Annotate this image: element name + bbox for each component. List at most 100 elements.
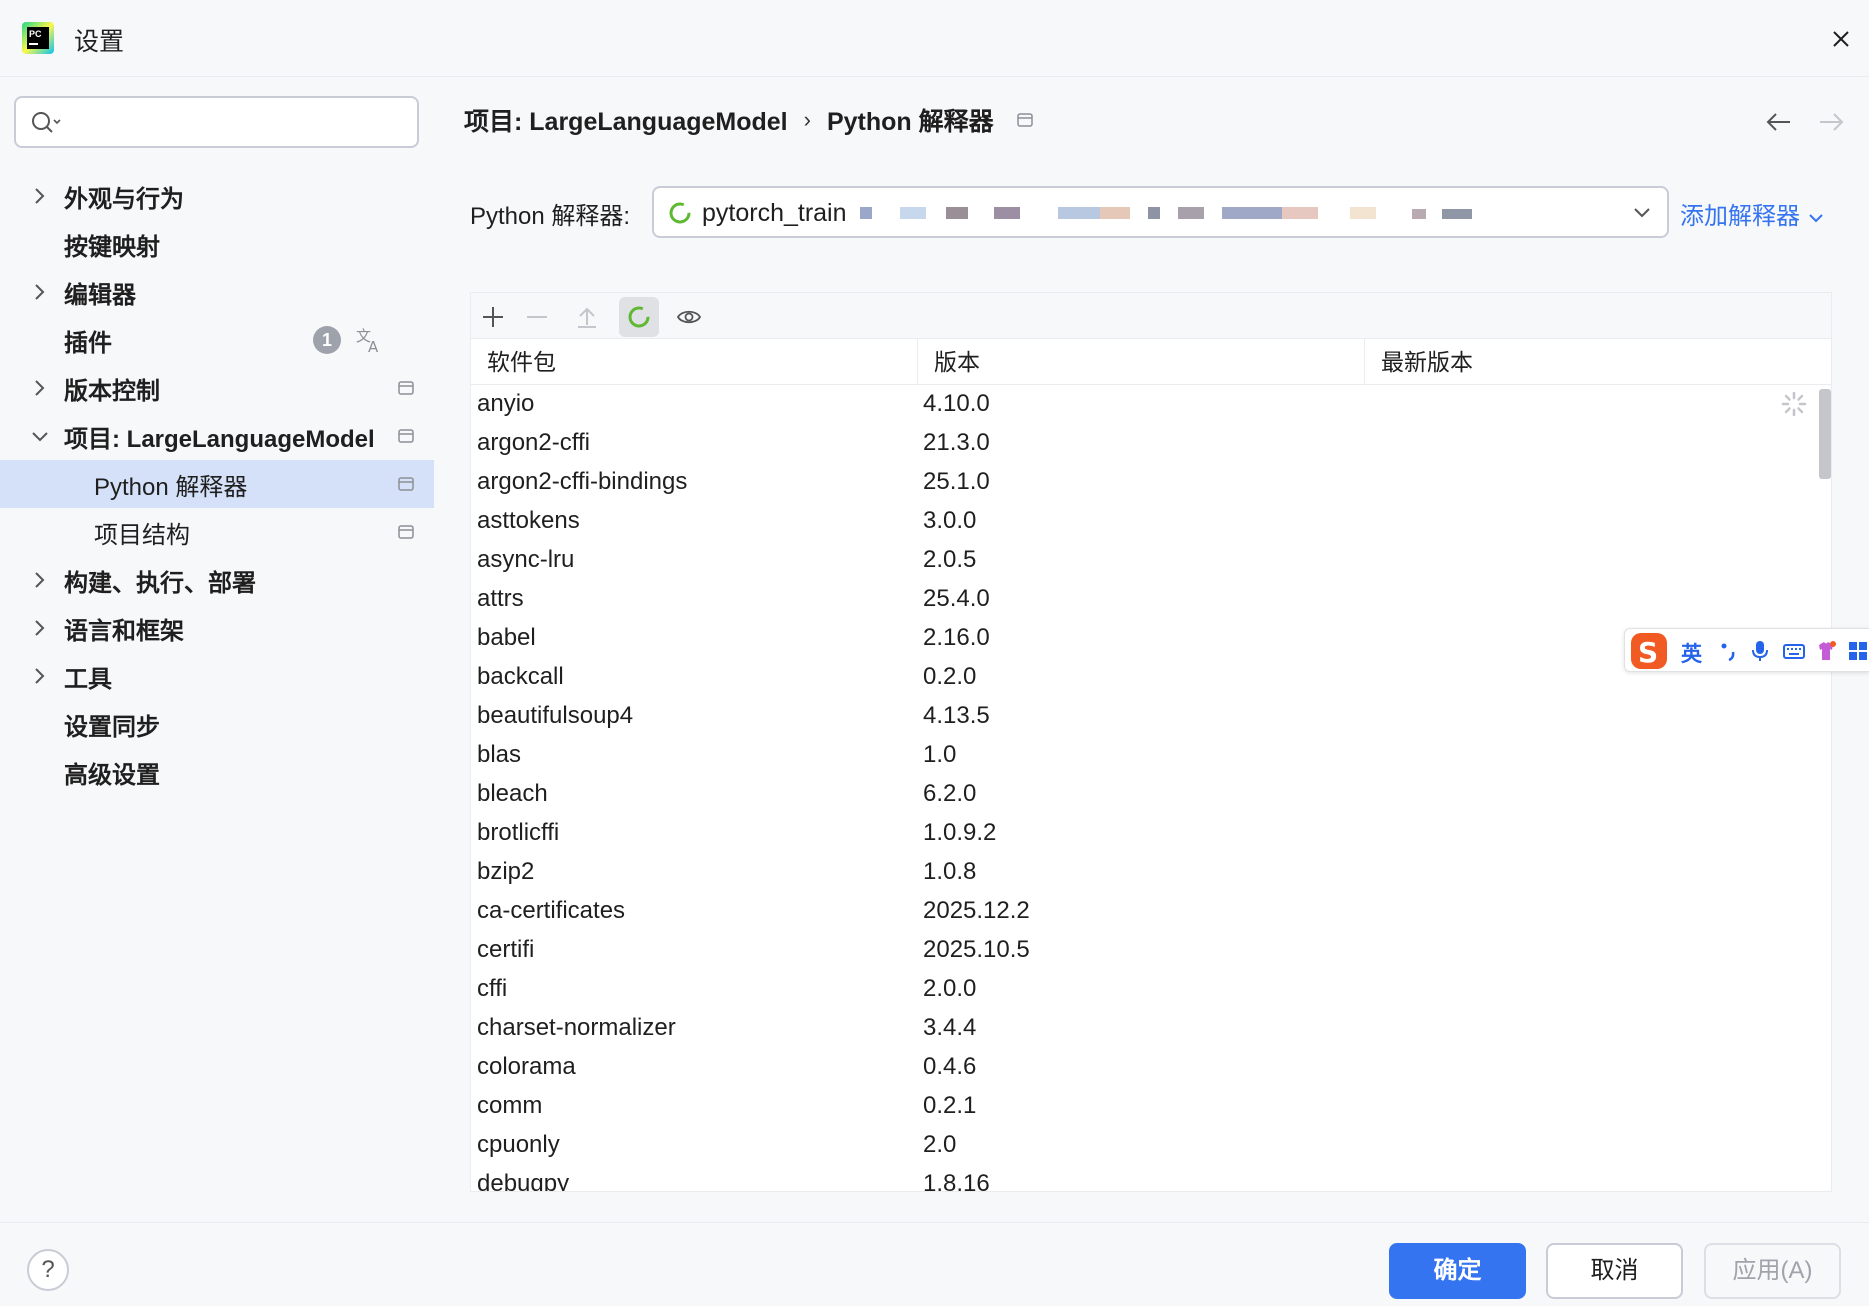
chevron-right-icon[interactable] [30,185,50,207]
breadcrumb-page: Python 解释器 [826,108,994,136]
column-header-latest[interactable]: 最新版本 [1365,339,1831,385]
chevron-right-icon[interactable] [30,377,50,399]
show-early-releases-button[interactable] [669,297,709,337]
close-icon[interactable] [1826,24,1856,54]
table-row[interactable]: ca-certificates 2025.12.2 [471,892,1811,931]
install-package-button[interactable] [473,297,513,337]
eye-icon[interactable] [677,305,701,329]
sidebar-item-label: 编辑器 [64,281,136,309]
column-header-package[interactable]: 软件包 [471,339,918,385]
cancel-button[interactable]: 取消 [1546,1243,1683,1299]
table-row[interactable]: asttokens 3.0.0 [471,502,1811,541]
package-version-cell: 2.0.0 [923,975,977,1002]
skin-icon[interactable] [1815,640,1837,662]
table-row[interactable]: argon2-cffi 21.3.0 [471,424,1811,463]
help-button[interactable]: ? [27,1249,69,1291]
sidebar-item-plugins[interactable]: 插件 1 文 A [0,316,434,364]
table-row[interactable]: attrs 25.4.0 [471,580,1811,619]
column-header-version[interactable]: 版本 [918,339,1365,385]
add-interpreter-label[interactable]: 添加解释器 [1680,203,1800,230]
upgrade-package-button[interactable] [567,297,607,337]
sidebar-item-vcs[interactable]: 版本控制 [0,364,434,412]
chevron-right-icon[interactable] [30,617,50,639]
back-arrow-icon[interactable] [1764,110,1794,134]
sidebar-item-advanced[interactable]: 高级设置 [0,748,434,796]
search-icon[interactable] [30,110,64,136]
table-row[interactable]: argon2-cffi-bindings 25.1.0 [471,463,1811,502]
sidebar-item-settings-sync[interactable]: 设置同步 [0,700,434,748]
table-row[interactable]: bleach 6.2.0 [471,775,1811,814]
table-row[interactable]: certifi 2025.10.5 [471,931,1811,970]
minus-icon[interactable] [525,305,549,329]
package-version-cell: 1.8.16 [923,1170,990,1191]
sidebar-item-python-interpreter[interactable]: Python 解释器 [0,460,434,508]
scrollbar-track[interactable] [1815,385,1831,1191]
apply-button[interactable]: 应用(A) [1704,1243,1841,1299]
sidebar-item-keymap[interactable]: 按键映射 [0,220,434,268]
toolbox-icon[interactable] [1847,640,1869,662]
table-row[interactable]: babel 2.16.0 [471,619,1811,658]
sidebar-item-project-structure[interactable]: 项目结构 [0,508,434,556]
chevron-down-icon[interactable] [1808,212,1824,224]
package-name-cell: anyio [477,390,535,417]
forward-arrow-icon[interactable] [1816,110,1846,134]
package-version-cell: 3.4.4 [923,1014,977,1041]
interpreter-select[interactable]: pytorch_train [652,186,1669,238]
table-row[interactable]: colorama 0.4.6 [471,1048,1811,1087]
table-row[interactable]: bzip2 1.0.8 [471,853,1811,892]
chevron-right-icon[interactable] [30,665,50,687]
chevron-right-icon[interactable] [30,281,50,303]
project-scope-icon [398,381,414,395]
package-name-cell: comm [477,1092,543,1119]
package-version-cell: 0.2.0 [923,663,977,690]
package-name-cell: argon2-cffi [477,429,590,456]
sidebar-item-tools[interactable]: 工具 [0,652,434,700]
uninstall-package-button[interactable] [517,297,557,337]
sogou-ime-logo-icon[interactable]: S [1629,631,1669,671]
sidebar-item-project[interactable]: 项目: LargeLanguageModel [0,412,434,460]
package-name-cell: async-lru [477,546,575,573]
refresh-packages-button[interactable] [619,297,659,337]
interpreter-status-icon [669,202,691,224]
table-row[interactable]: anyio 4.10.0 [471,385,1811,424]
svg-text:S: S [1638,636,1658,669]
table-row[interactable]: comm 0.2.1 [471,1087,1811,1126]
punctuation-icon[interactable] [1717,640,1739,662]
table-row[interactable]: brotlicffi 1.0.9.2 [471,814,1811,853]
microphone-icon[interactable] [1749,640,1771,662]
table-row[interactable]: charset-normalizer 3.4.4 [471,1009,1811,1048]
search-input[interactable] [72,104,407,140]
plugins-update-badge: 1 [313,326,341,354]
ok-button[interactable]: 确定 [1389,1243,1526,1299]
breadcrumb-project[interactable]: 项目: LargeLanguageModel [464,102,788,138]
package-version-cell: 4.10.0 [923,390,990,417]
upgrade-arrow-icon[interactable] [575,305,599,329]
sidebar-item-appearance[interactable]: 外观与行为 [0,172,434,220]
translate-icon: 文 A [356,327,379,355]
chevron-right-icon[interactable] [30,569,50,591]
chevron-down-icon[interactable] [1632,205,1652,221]
ime-toolbar[interactable]: S 英 [1624,628,1869,672]
keyboard-icon[interactable] [1783,640,1805,662]
sidebar-item-label: 外观与行为 [64,185,184,213]
sidebar-item-build[interactable]: 构建、执行、部署 [0,556,434,604]
packages-table-header: 软件包 版本 最新版本 [471,339,1831,385]
package-name-cell: certifi [477,936,535,963]
table-row[interactable]: cffi 2.0.0 [471,970,1811,1009]
plus-icon[interactable] [481,305,505,329]
loading-spinner-icon[interactable] [627,305,651,329]
ime-mode-label[interactable]: 英 [1681,638,1702,668]
table-row[interactable]: async-lru 2.0.5 [471,541,1811,580]
table-row[interactable]: cpuonly 2.0 [471,1126,1811,1165]
table-row[interactable]: beautifulsoup4 4.13.5 [471,697,1811,736]
add-interpreter-link[interactable]: 添加解释器 [1680,196,1824,231]
sidebar-item-languages[interactable]: 语言和框架 [0,604,434,652]
table-row[interactable]: debugpy 1.8.16 [471,1165,1811,1191]
chevron-down-icon[interactable] [30,425,50,447]
scrollbar-thumb[interactable] [1819,389,1831,479]
package-name-cell: cpuonly [477,1131,560,1158]
table-row[interactable]: blas 1.0 [471,736,1811,775]
sidebar-item-editor[interactable]: 编辑器 [0,268,434,316]
settings-search[interactable] [14,96,419,148]
table-row[interactable]: backcall 0.2.0 [471,658,1811,697]
